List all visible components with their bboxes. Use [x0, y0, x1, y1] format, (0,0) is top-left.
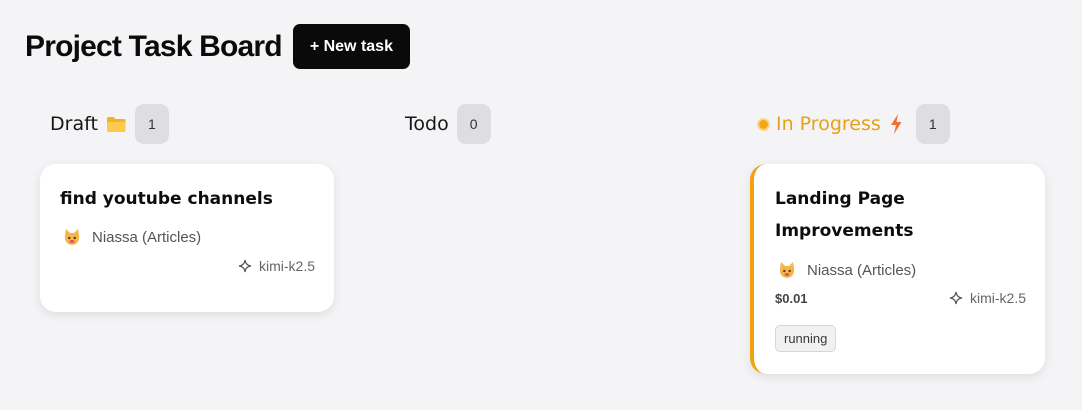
column-count-badge: 1: [915, 104, 950, 144]
task-card[interactable]: find youtube channels Niassa (Articles) …: [40, 164, 334, 312]
assignee: Niassa (Articles): [62, 226, 201, 248]
lightning-icon: [889, 113, 903, 135]
new-task-button[interactable]: + New task: [292, 24, 410, 69]
column-count-badge: 0: [456, 104, 491, 144]
assignee: Niassa (Articles): [777, 259, 916, 281]
column-title: Draft: [50, 113, 98, 135]
task-card[interactable]: Landing Page Improvements Niassa (Articl…: [750, 164, 1045, 374]
column-header-todo: Todo 0: [405, 104, 491, 144]
column-header-in-progress: In Progress 1: [757, 104, 950, 144]
task-cost: $0.01: [775, 290, 808, 306]
column-header-draft: Draft 1: [50, 104, 169, 144]
sparkle-icon: [238, 259, 252, 273]
folder-icon: [106, 115, 127, 133]
sparkle-icon: [949, 291, 963, 305]
column-title: Todo: [405, 113, 449, 135]
cat-avatar-icon: [777, 259, 799, 281]
model-label: kimi-k2.5: [949, 290, 1026, 306]
model-name: kimi-k2.5: [258, 258, 315, 274]
status-badge: running: [775, 325, 837, 352]
status-dot-icon: [757, 117, 770, 131]
task-title: Landing Page Improvements: [775, 189, 914, 241]
task-title: find youtube channels: [60, 189, 273, 209]
column-title: In Progress: [776, 113, 881, 135]
model-label: kimi-k2.5: [238, 258, 315, 274]
assignee-name: Niassa (Articles): [807, 261, 917, 279]
card-meta-row: $0.01 kimi-k2.5: [775, 290, 1026, 306]
assignee-name: Niassa (Articles): [92, 228, 202, 246]
cat-avatar-icon: [62, 226, 84, 248]
board-header: Project Task Board + New task: [25, 24, 410, 69]
model-name: kimi-k2.5: [969, 290, 1026, 306]
column-count-badge: 1: [134, 104, 169, 144]
page-title: Project Task Board: [25, 29, 283, 63]
